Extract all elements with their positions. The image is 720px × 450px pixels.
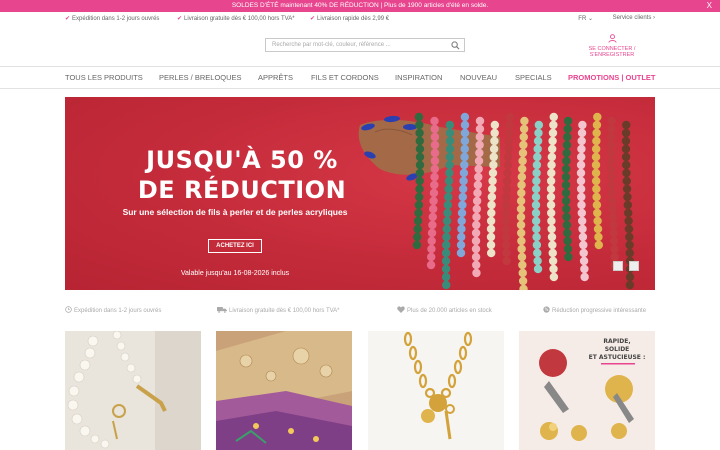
nav-item-findings[interactable]: APPRÊTS <box>258 73 293 82</box>
tile-tools-title-3: ET ASTUCIEUSE : <box>589 354 646 361</box>
svg-text:%: % <box>545 307 549 312</box>
heart-icon <box>397 306 405 313</box>
slider-dot-2[interactable] <box>629 261 639 271</box>
usp-bar-bottom: Expédition dans 1-2 jours ouvrés Livrais… <box>65 306 655 316</box>
pearl-necklace-image <box>65 331 201 450</box>
tile-tools-title-1: RAPIDE, <box>603 338 630 345</box>
nav-item-specials[interactable]: SPECIALS <box>515 73 552 82</box>
bead-bracelets-image <box>358 112 635 290</box>
tile-tools[interactable]: RAPIDE, SOLIDE ET ASTUCIEUSE : <box>519 331 655 450</box>
hero-validity: Valable jusqu'au 16-08-2026 inclus <box>180 270 290 277</box>
truck-icon <box>217 307 227 313</box>
usp-bottom-free-delivery: Livraison gratuite dès € 100,00 hors TVA… <box>217 306 340 314</box>
nav-item-promotions[interactable]: PROMOTIONS | OUTLET <box>568 73 656 82</box>
check-icon: ✔ <box>177 16 183 22</box>
usp-bottom-shipping: Expédition dans 1-2 jours ouvrés <box>65 306 161 314</box>
tile-embroidered-pouches[interactable] <box>216 331 352 450</box>
hero-banner[interactable]: JUSQU'À 50 % DE RÉDUCTION Sur une sélect… <box>65 97 655 290</box>
usp-bottom-discount: % Réduction progressive intéressante <box>543 306 647 314</box>
search-placeholder: Recherche par mot-clé, couleur, référenc… <box>272 42 391 48</box>
check-icon: ✔ <box>310 16 316 22</box>
nav-item-threads[interactable]: FILS ET CORDONS <box>311 73 379 82</box>
usp-bar: ✔ Expédition dans 1-2 jours ouvrés ✔ Livra… <box>65 15 655 25</box>
check-icon: ✔ <box>65 16 71 22</box>
tile-tools-title-2: SOLIDE <box>605 346 630 353</box>
promo-banner[interactable]: SOLDES D'ÉTÉ maintenant 40% DE RÉDUCTION… <box>0 0 720 12</box>
chevron-right-icon: › <box>653 15 655 21</box>
nav-item-new[interactable]: NOUVEAU <box>460 73 497 82</box>
usp-item-free-delivery: ✔ Livraison gratuite dès € 100,00 hors TV… <box>177 16 295 22</box>
customer-service-link[interactable]: Service clients › <box>613 15 655 21</box>
search-icon[interactable] <box>451 41 460 50</box>
embroidered-pouches-image <box>216 331 352 450</box>
nav-divider-bottom <box>0 88 720 89</box>
search-input[interactable]: Recherche par mot-clé, couleur, référenc… <box>265 38 465 52</box>
gold-chain-necklace-image <box>368 331 504 450</box>
slider-dot-1[interactable] <box>613 261 623 271</box>
nav-divider-top <box>0 66 720 67</box>
user-icon <box>607 34 617 43</box>
tools-image: RAPIDE, SOLIDE ET ASTUCIEUSE : <box>519 331 655 450</box>
usp-item-shipping: ✔ Expédition dans 1-2 jours ouvrés <box>65 16 160 22</box>
nav-item-all-products[interactable]: TOUS LES PRODUITS <box>65 73 143 82</box>
chevron-down-icon: ⌄ <box>587 16 593 22</box>
account-link[interactable]: SE CONNECTER / S'ENREGISTRER <box>567 34 657 58</box>
promo-banner-text: SOLDES D'ÉTÉ maintenant 40% DE RÉDUCTION… <box>231 2 489 9</box>
shop-now-button[interactable]: ACHETEZ ICI <box>208 239 262 253</box>
usp-bottom-stock: Plus de 20.000 articles en stock <box>397 306 492 314</box>
account-label: SE CONNECTER / S'ENREGISTRER <box>588 46 636 58</box>
usp-item-fast-delivery: ✔ Livraison rapide dès 2,99 € <box>310 16 390 22</box>
close-icon[interactable]: X <box>707 0 712 12</box>
clock-icon <box>65 306 72 313</box>
hero-headline: JUSQU'À 50 % DE RÉDUCTION <box>137 146 347 204</box>
percent-icon: % <box>543 306 550 313</box>
nav-item-inspiration[interactable]: INSPIRATION <box>395 73 442 82</box>
language-selector[interactable]: FR ⌄ <box>578 15 593 22</box>
tile-pearl-necklace[interactable] <box>65 331 201 450</box>
tile-gold-chain[interactable] <box>368 331 504 450</box>
nav-item-beads[interactable]: PERLES / BRELOQUES <box>159 73 242 82</box>
